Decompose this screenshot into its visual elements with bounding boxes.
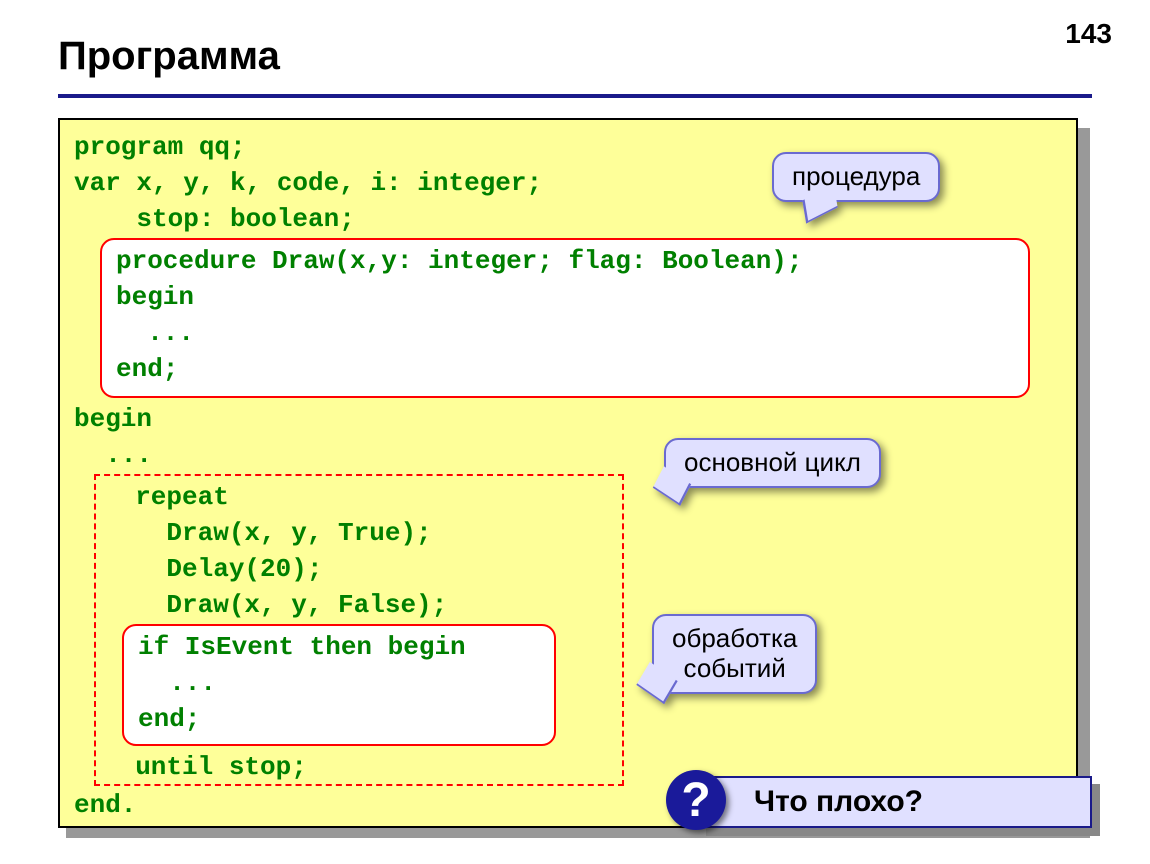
code-line: begin: [74, 406, 152, 432]
question-mark-icon: ?: [666, 770, 726, 830]
title-rule: [58, 94, 1092, 98]
question-symbol: ?: [681, 773, 710, 828]
code-line: program qq;: [74, 134, 246, 160]
code-line: end.: [74, 792, 136, 818]
code-line: Draw(x, y, False);: [104, 592, 447, 618]
code-line: ...: [74, 442, 152, 468]
page-number: 143: [1065, 18, 1112, 50]
code-line: ...: [116, 320, 194, 346]
page-title: Программа: [58, 34, 280, 79]
callout-events: обработка событий: [652, 614, 817, 694]
code-line: Delay(20);: [104, 556, 322, 582]
question-bar: Что плохо?: [698, 776, 1092, 828]
callout-procedure-label: процедура: [772, 152, 940, 202]
code-line: procedure Draw(x,y: integer; flag: Boole…: [116, 248, 803, 274]
code-line: ...: [138, 670, 216, 696]
code-line: Draw(x, y, True);: [104, 520, 432, 546]
code-line: until stop;: [104, 754, 307, 780]
code-line: repeat: [104, 484, 229, 510]
code-line: end;: [116, 356, 178, 382]
callout-main-loop: основной цикл: [664, 438, 881, 488]
code-line: end;: [138, 706, 200, 732]
callout-procedure: процедура: [772, 152, 940, 202]
code-line: begin: [116, 284, 194, 310]
question-text: Что плохо?: [754, 785, 923, 819]
code-box: program qq; var x, y, k, code, i: intege…: [58, 118, 1078, 828]
code-line: var x, y, k, code, i: integer;: [74, 170, 542, 196]
code-line: if IsEvent then begin: [138, 634, 466, 660]
code-line: stop: boolean;: [74, 206, 355, 232]
callout-main-loop-label: основной цикл: [664, 438, 881, 488]
